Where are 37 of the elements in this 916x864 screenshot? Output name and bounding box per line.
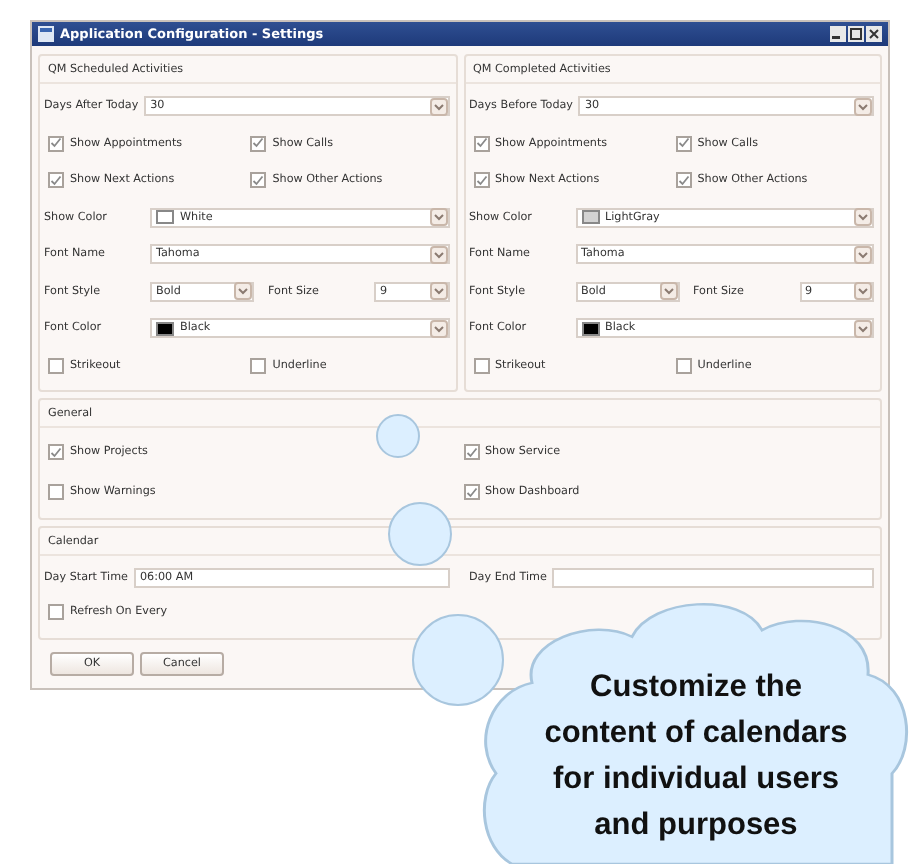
checkbox[interactable]: [463, 444, 479, 460]
checkbox[interactable]: [473, 135, 489, 152]
checkbox[interactable]: [675, 135, 692, 152]
dropdown-arrow-icon[interactable]: [429, 319, 447, 338]
dropdown-arrow-icon[interactable]: [429, 245, 447, 264]
dropdown-arrow-icon[interactable]: [854, 208, 872, 227]
dropdown-arrow-icon[interactable]: [234, 282, 252, 301]
checkbox[interactable]: [463, 484, 479, 500]
checkbox[interactable]: [48, 444, 64, 460]
minimize-icon[interactable]: [830, 26, 846, 42]
checkbox[interactable]: [250, 172, 267, 189]
checkbox[interactable]: [675, 357, 692, 374]
dropdown-arrow-icon[interactable]: [854, 97, 872, 116]
checkbox[interactable]: [48, 484, 64, 500]
checkbox[interactable]: [250, 357, 267, 374]
time-field[interactable]: [552, 567, 874, 587]
dropdown-arrow-icon[interactable]: [854, 282, 872, 301]
dropdown-arrow-icon[interactable]: [854, 245, 872, 264]
dropdown-arrow-icon[interactable]: [429, 208, 447, 227]
checkbox[interactable]: [48, 135, 64, 152]
checkbox[interactable]: [48, 604, 64, 621]
checkbox[interactable]: [473, 172, 489, 189]
dropdown-arrow-icon[interactable]: [854, 319, 872, 338]
checkbox[interactable]: [675, 172, 692, 189]
thought-bubble: [376, 414, 420, 458]
close-icon[interactable]: [866, 26, 882, 42]
checkbox[interactable]: [48, 172, 64, 189]
checkbox[interactable]: [48, 357, 64, 374]
checkbox[interactable]: [473, 357, 489, 374]
window-icon: [38, 26, 54, 42]
maximize-icon[interactable]: [848, 26, 864, 42]
checkbox[interactable]: [250, 135, 267, 152]
thought-bubble: [412, 614, 504, 706]
dropdown-arrow-icon[interactable]: [429, 282, 447, 301]
thought-bubble: [388, 502, 452, 566]
dropdown-arrow-icon[interactable]: [429, 97, 447, 116]
dropdown-arrow-icon[interactable]: [659, 282, 677, 301]
